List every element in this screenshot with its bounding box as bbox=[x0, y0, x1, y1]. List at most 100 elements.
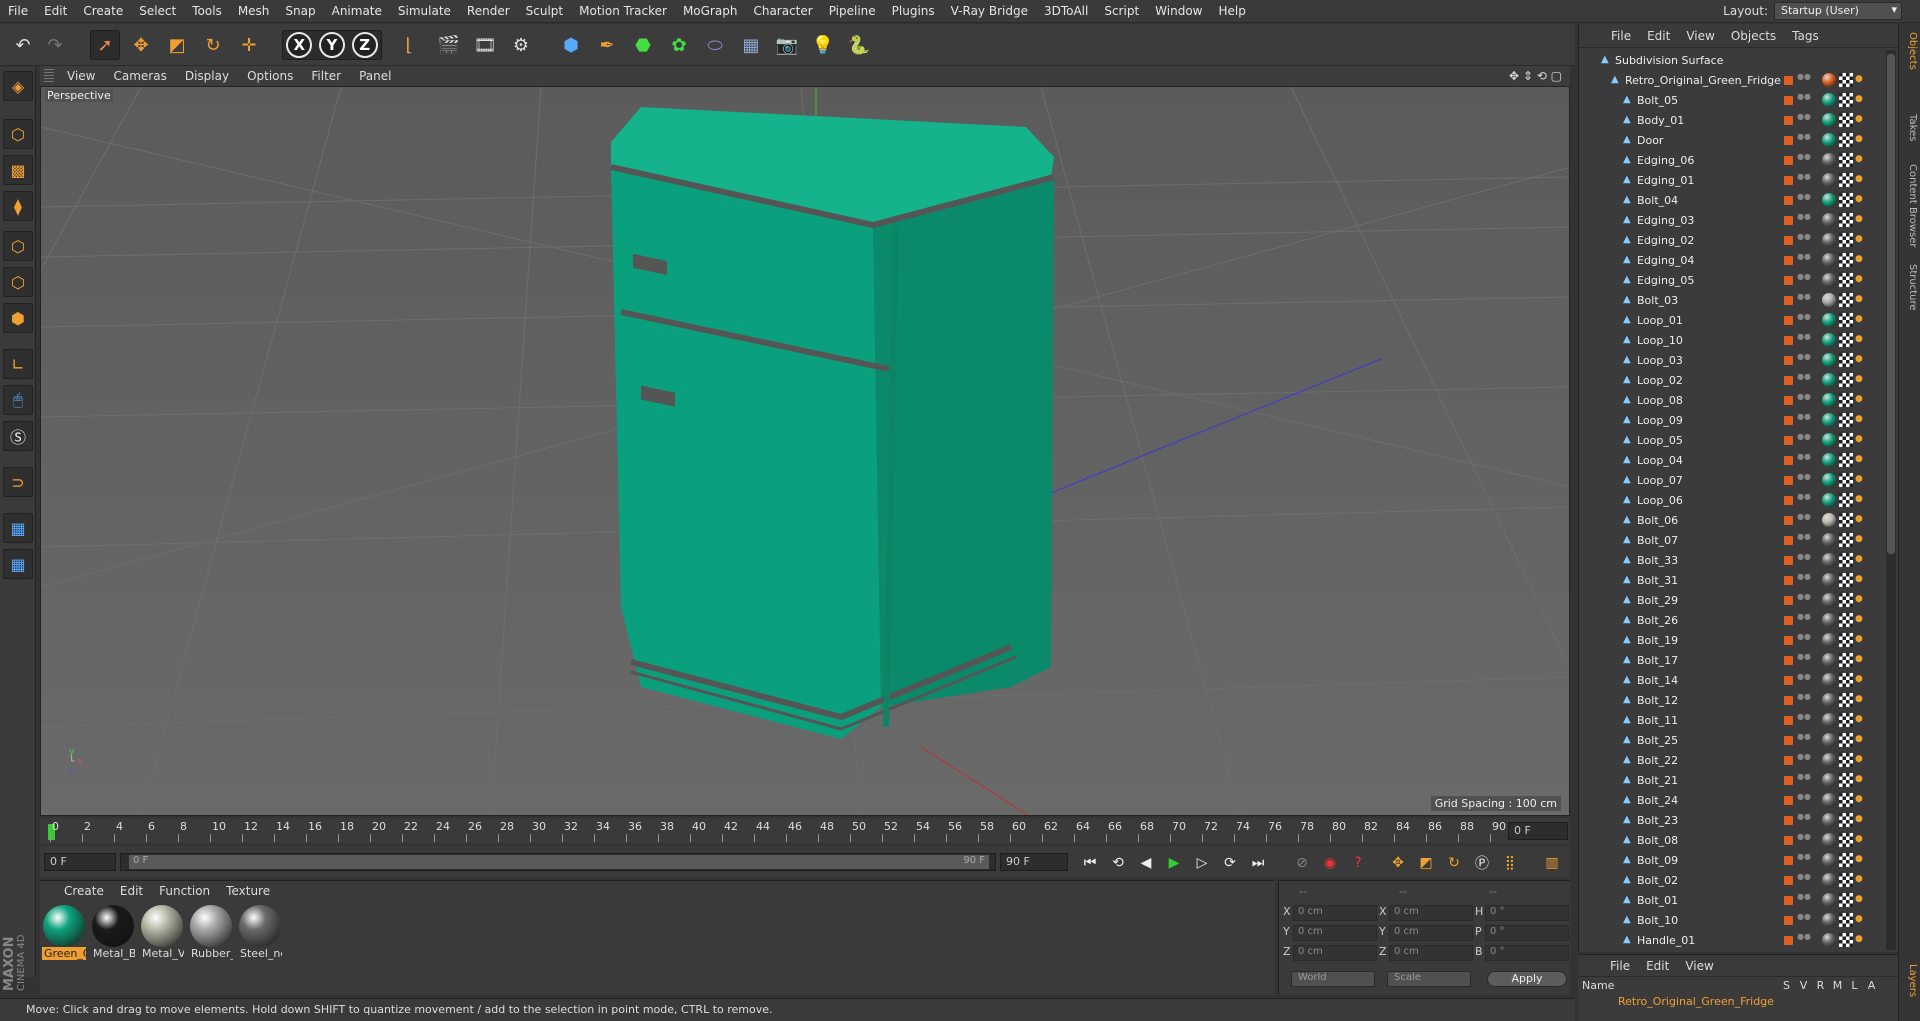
layer-color-swatch[interactable] bbox=[1784, 435, 1793, 445]
visibility-toggle-icon[interactable]: ●● bbox=[1797, 433, 1811, 446]
object-row[interactable]: ▲ Loop_07 ●● ● bbox=[1579, 470, 1891, 490]
phong-tag-icon[interactable]: ● bbox=[1855, 574, 1867, 586]
size-field[interactable]: 0 cm bbox=[1389, 905, 1473, 921]
texture-tag-icon[interactable] bbox=[1839, 593, 1853, 607]
layer-color-swatch[interactable] bbox=[1784, 395, 1793, 405]
phong-tag-icon[interactable]: ● bbox=[1855, 794, 1867, 806]
perspective-viewport[interactable]: Perspective Grid Spacing : 100 cm y └ xz bbox=[40, 86, 1570, 816]
material-tag-icon[interactable] bbox=[1822, 253, 1836, 267]
phong-tag-icon[interactable]: ● bbox=[1855, 174, 1867, 186]
position-field[interactable]: 0 cm bbox=[1293, 905, 1377, 921]
object-row[interactable]: ▲ Bolt_22 ●● ● bbox=[1579, 750, 1891, 770]
material-tag-icon[interactable] bbox=[1822, 113, 1836, 127]
object-row[interactable]: ▲ Retro_Original_Green_Fridge ●● ● bbox=[1579, 70, 1891, 90]
layer-color-swatch[interactable] bbox=[1784, 935, 1793, 945]
visibility-toggle-icon[interactable]: ●● bbox=[1797, 113, 1811, 126]
phong-tag-icon[interactable]: ● bbox=[1855, 914, 1867, 926]
object-row[interactable]: ▲ Handle_01 ●● ● bbox=[1579, 930, 1891, 950]
object-row[interactable]: ▲ Bolt_11 ●● ● bbox=[1579, 710, 1891, 730]
material-tag-icon[interactable] bbox=[1822, 733, 1836, 747]
texture-mode-icon[interactable]: ▩ bbox=[3, 155, 33, 185]
texture-tag-icon[interactable] bbox=[1839, 513, 1853, 527]
fridge-model[interactable] bbox=[610, 107, 1055, 739]
material-swatch[interactable]: Metal_B bbox=[91, 905, 135, 963]
material-tag-icon[interactable] bbox=[1822, 933, 1836, 947]
object-menu-edit[interactable]: Edit bbox=[1639, 29, 1678, 43]
layer-color-swatch[interactable] bbox=[1784, 75, 1793, 85]
material-tag-icon[interactable] bbox=[1822, 533, 1836, 547]
material-tag-icon[interactable] bbox=[1822, 413, 1836, 427]
coord-mode-dropdown[interactable]: Scale bbox=[1387, 971, 1471, 987]
visibility-toggle-icon[interactable]: ●● bbox=[1797, 173, 1811, 186]
object-row[interactable]: ▲ Loop_05 ●● ● bbox=[1579, 430, 1891, 450]
planar-workplane-icon[interactable]: ▦ bbox=[3, 549, 33, 579]
key-param-icon[interactable]: Ⓟ bbox=[1470, 851, 1494, 875]
material-menu-texture[interactable]: Texture bbox=[218, 884, 278, 898]
object-row[interactable]: ▲ Bolt_31 ●● ● bbox=[1579, 570, 1891, 590]
layer-color-swatch[interactable] bbox=[1784, 515, 1793, 525]
visibility-toggle-icon[interactable]: ●● bbox=[1797, 913, 1811, 926]
material-tag-icon[interactable] bbox=[1822, 693, 1836, 707]
python-icon[interactable]: 🐍 bbox=[844, 30, 874, 60]
rotate-icon[interactable]: ↻ bbox=[198, 30, 228, 60]
material-swatch[interactable]: Rubber_ bbox=[189, 905, 233, 963]
object-menu-view[interactable]: View bbox=[1678, 29, 1722, 43]
texture-tag-icon[interactable] bbox=[1839, 93, 1853, 107]
material-tag-icon[interactable] bbox=[1822, 613, 1836, 627]
material-menu-function[interactable]: Function bbox=[151, 884, 218, 898]
object-row[interactable]: ▲ Loop_04 ●● ● bbox=[1579, 450, 1891, 470]
texture-tag-icon[interactable] bbox=[1839, 733, 1853, 747]
menu-plugins[interactable]: Plugins bbox=[884, 4, 943, 18]
y-axis-icon[interactable]: Y bbox=[318, 32, 345, 58]
object-menu-objects[interactable]: Objects bbox=[1723, 29, 1784, 43]
layer-color-swatch[interactable] bbox=[1784, 915, 1793, 925]
menu-select[interactable]: Select bbox=[131, 4, 184, 18]
layer-color-swatch[interactable] bbox=[1784, 175, 1793, 185]
model-mode-icon[interactable]: ⬡ bbox=[3, 119, 33, 149]
visibility-toggle-icon[interactable]: ●● bbox=[1797, 213, 1811, 226]
pen-icon[interactable]: ✒ bbox=[592, 30, 622, 60]
object-row[interactable]: ▲ Loop_08 ●● ● bbox=[1579, 390, 1891, 410]
texture-tag-icon[interactable] bbox=[1839, 213, 1853, 227]
next-frame-icon[interactable]: ▷ bbox=[1190, 851, 1214, 875]
visibility-toggle-icon[interactable]: ●● bbox=[1797, 453, 1811, 466]
menu-simulate[interactable]: Simulate bbox=[390, 4, 459, 18]
light-icon[interactable]: 💡 bbox=[808, 30, 838, 60]
tweak-mode-icon[interactable]: 🖱 bbox=[3, 385, 33, 415]
visibility-toggle-icon[interactable]: ●● bbox=[1797, 93, 1811, 106]
layer-color-swatch[interactable] bbox=[1784, 115, 1793, 125]
object-row[interactable]: ▲ Loop_06 ●● ● bbox=[1579, 490, 1891, 510]
viewport-menu-display[interactable]: Display bbox=[176, 69, 238, 83]
menu-file[interactable]: File bbox=[0, 4, 36, 18]
axis-mode-icon[interactable]: ∟ bbox=[3, 349, 33, 379]
rotation-field[interactable]: 0 ° bbox=[1485, 905, 1569, 921]
edit-render-settings-icon[interactable]: ⚙ bbox=[506, 30, 536, 60]
preview-range-slider[interactable]: 0 F 90 F bbox=[120, 853, 996, 871]
material-tag-icon[interactable] bbox=[1822, 853, 1836, 867]
visibility-toggle-icon[interactable]: ●● bbox=[1797, 853, 1811, 866]
texture-tag-icon[interactable] bbox=[1839, 853, 1853, 867]
phong-tag-icon[interactable]: ● bbox=[1855, 374, 1867, 386]
menu-animate[interactable]: Animate bbox=[324, 4, 390, 18]
phong-tag-icon[interactable]: ● bbox=[1855, 734, 1867, 746]
phong-tag-icon[interactable]: ● bbox=[1855, 274, 1867, 286]
deformer-icon[interactable]: ⬭ bbox=[700, 30, 730, 60]
visibility-toggle-icon[interactable]: ●● bbox=[1797, 233, 1811, 246]
texture-tag-icon[interactable] bbox=[1839, 533, 1853, 547]
layer-color-swatch[interactable] bbox=[1784, 855, 1793, 865]
record-icon[interactable]: ◉ bbox=[1318, 851, 1342, 875]
layer-color-swatch[interactable] bbox=[1784, 735, 1793, 745]
visibility-toggle-icon[interactable]: ●● bbox=[1797, 133, 1811, 146]
position-field[interactable]: 0 cm bbox=[1293, 945, 1377, 961]
material-tag-icon[interactable] bbox=[1822, 333, 1836, 347]
texture-tag-icon[interactable] bbox=[1839, 353, 1853, 367]
phong-tag-icon[interactable]: ● bbox=[1855, 934, 1867, 946]
select-arrow-icon[interactable]: ➚ bbox=[90, 30, 120, 60]
texture-tag-icon[interactable] bbox=[1839, 173, 1853, 187]
menu-create[interactable]: Create bbox=[75, 4, 131, 18]
texture-tag-icon[interactable] bbox=[1839, 233, 1853, 247]
object-row[interactable]: ▲ Bolt_04 ●● ● bbox=[1579, 190, 1891, 210]
visibility-toggle-icon[interactable]: ●● bbox=[1797, 773, 1811, 786]
workplane-mode-icon[interactable]: ⧫ bbox=[3, 191, 33, 221]
object-row[interactable]: ▲ Bolt_06 ●● ● bbox=[1579, 510, 1891, 530]
